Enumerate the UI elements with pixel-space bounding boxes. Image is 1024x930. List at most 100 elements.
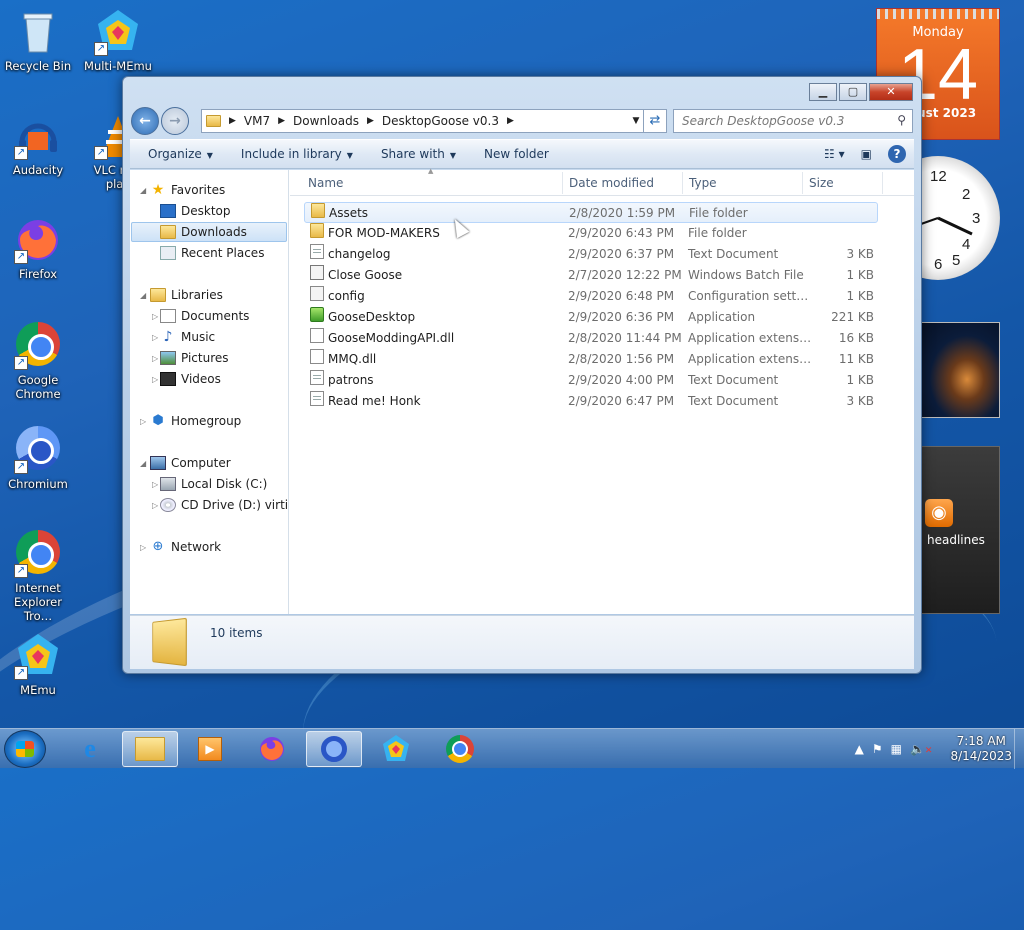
file-row[interactable]: patrons 2/9/2020 4:00 PM Text Document 1…	[304, 370, 878, 391]
refresh-button[interactable]: ⇄	[643, 109, 667, 133]
column-header-name[interactable]: Name	[308, 176, 343, 190]
taskbar-internet-explorer[interactable]: e	[62, 731, 118, 767]
file-size: 1 KB	[846, 373, 874, 387]
preview-pane-icon[interactable]: ▣	[861, 147, 872, 161]
file-type: Application extens…	[688, 352, 812, 366]
text-document-icon	[310, 244, 324, 259]
nav-documents[interactable]: Documents	[160, 306, 249, 326]
desktop-icon-recycle-bin[interactable]: Recycle Bin	[0, 8, 76, 73]
taskbar-memu[interactable]	[368, 731, 424, 767]
nav-desktop[interactable]: Desktop	[160, 201, 231, 221]
desktop-icon-audacity[interactable]: ↗ Audacity	[0, 112, 76, 177]
column-header-date[interactable]: Date modified	[569, 176, 654, 190]
expand-arrow-icon[interactable]: ◢	[140, 186, 146, 195]
folder-icon	[206, 115, 221, 127]
expand-arrow-icon[interactable]: ▷	[152, 354, 158, 363]
column-header-type[interactable]: Type	[689, 176, 717, 190]
forward-button[interactable]: →	[161, 107, 189, 135]
close-button[interactable]: ✕	[869, 83, 913, 101]
organize-menu[interactable]: Organize ▼	[138, 147, 223, 161]
file-date: 2/8/2020 11:44 PM	[568, 331, 682, 345]
desktop-icon-chromium[interactable]: ↗ Chromium	[0, 424, 76, 491]
start-button[interactable]	[4, 730, 46, 768]
taskbar-firefox[interactable]	[244, 731, 300, 767]
file-row[interactable]: Assets 2/8/2020 1:59 PM File folder	[304, 202, 878, 223]
memu-icon: ↗	[14, 632, 62, 680]
share-with-menu[interactable]: Share with ▼	[371, 147, 466, 161]
nav-music[interactable]: ♪ Music	[160, 327, 216, 347]
file-row[interactable]: FOR MOD-MAKERS 2/9/2020 6:43 PM File fol…	[304, 223, 878, 244]
desktop-icon-multi-memu[interactable]: ↗ Multi-MEmu	[80, 8, 156, 73]
nav-label: Pictures	[181, 351, 229, 365]
address-bar[interactable]: ▶ VM7 ▶ Downloads ▶ DesktopGoose v0.3 ▶ …	[201, 109, 645, 133]
expand-arrow-icon[interactable]: ▷	[152, 501, 158, 510]
network-icon[interactable]: ▦	[891, 742, 902, 756]
column-header-size[interactable]: Size	[809, 176, 834, 190]
taskbar-clock[interactable]: 7:18 AM 8/14/2023	[950, 734, 1012, 764]
search-icon[interactable]: ⚲	[897, 113, 906, 127]
desktop-icon-firefox[interactable]: ↗ Firefox	[0, 216, 76, 281]
taskbar-chrome[interactable]	[432, 731, 488, 767]
nav-computer[interactable]: Computer	[150, 453, 231, 473]
change-view-icon[interactable]: ☷ ▾	[824, 147, 845, 161]
expand-arrow-icon[interactable]: ◢	[140, 459, 146, 468]
search-input[interactable]: Search DesktopGoose v0.3 ⚲	[673, 109, 913, 133]
file-row[interactable]: MMQ.dll 2/8/2020 1:56 PM Application ext…	[304, 349, 878, 370]
maximize-button[interactable]: ▢	[839, 83, 867, 101]
pictures-icon	[160, 351, 176, 365]
include-in-library-menu[interactable]: Include in library ▼	[231, 147, 363, 161]
file-row[interactable]: Read me! Honk 2/9/2020 6:47 PM Text Docu…	[304, 391, 878, 412]
taskbar-chromium[interactable]	[306, 731, 362, 767]
nav-recent-places[interactable]: Recent Places	[160, 243, 264, 263]
feed-headlines-gadget[interactable]: ◉ headlines	[918, 446, 1000, 614]
nav-libraries[interactable]: Libraries	[150, 285, 223, 305]
file-row[interactable]: config 2/9/2020 6:48 PM Configuration se…	[304, 286, 878, 307]
nav-homegroup[interactable]: ⬢ Homegroup	[150, 411, 241, 431]
desktop-icon-google-chrome[interactable]: ↗ Google Chrome	[0, 320, 76, 401]
expand-arrow-icon[interactable]: ▷	[152, 333, 158, 342]
file-row[interactable]: Close Goose 2/7/2020 12:22 PM Windows Ba…	[304, 265, 878, 286]
file-date: 2/9/2020 4:00 PM	[568, 373, 675, 387]
nav-network[interactable]: ⊕ Network	[150, 537, 222, 557]
folder-icon	[310, 223, 324, 238]
desktop-icon-memu[interactable]: ↗ MEmu	[0, 632, 76, 697]
action-center-flag-icon[interactable]: ⚑	[872, 742, 883, 756]
nav-pictures[interactable]: Pictures	[160, 348, 229, 368]
expand-arrow-icon[interactable]: ▷	[152, 480, 158, 489]
breadcrumb-item[interactable]: DesktopGoose v0.3	[382, 114, 499, 128]
explorer-window[interactable]: ▁ ▢ ✕ ← → ▶ VM7 ▶ Downloads ▶ DesktopGoo…	[122, 76, 922, 674]
cd-drive-icon	[160, 498, 176, 512]
chrome-icon: ↗	[14, 322, 62, 370]
expand-arrow-icon[interactable]: ◢	[140, 291, 146, 300]
expand-arrow-icon[interactable]: ▷	[140, 543, 146, 552]
taskbar-windows-explorer[interactable]	[122, 731, 178, 767]
file-row[interactable]: GooseModdingAPI.dll 2/8/2020 11:44 PM Ap…	[304, 328, 878, 349]
show-desktop-button[interactable]	[1014, 729, 1024, 769]
slideshow-gadget[interactable]	[918, 322, 1000, 418]
libraries-icon	[150, 288, 166, 302]
volume-muted-icon[interactable]: 🔈✕	[910, 742, 933, 756]
file-row[interactable]: changelog 2/9/2020 6:37 PM Text Document…	[304, 244, 878, 265]
minimize-button[interactable]: ▁	[809, 83, 837, 101]
breadcrumb-item[interactable]: VM7	[244, 114, 270, 128]
new-folder-button[interactable]: New folder	[474, 147, 559, 161]
nav-videos[interactable]: Videos	[160, 369, 221, 389]
nav-downloads[interactable]: Downloads	[131, 222, 287, 242]
nav-cd-drive[interactable]: CD Drive (D:) virtio-v	[160, 495, 288, 515]
rss-icon: ◉	[925, 499, 953, 527]
back-button[interactable]: ←	[131, 107, 159, 135]
desktop-icon-internet-explorer[interactable]: ↗ Internet Explorer Tro…	[0, 528, 76, 623]
system-tray: ▲ ⚑ ▦ 🔈✕ 7:18 AM 8/14/2023	[851, 729, 1018, 769]
nav-favorites[interactable]: ★ Favorites	[150, 180, 226, 200]
file-row[interactable]: GooseDesktop 2/9/2020 6:36 PM Applicatio…	[304, 307, 878, 328]
breadcrumb-item[interactable]: Downloads	[293, 114, 359, 128]
taskbar-media-player[interactable]: ▶	[182, 731, 238, 767]
audacity-icon: ↗	[14, 112, 62, 160]
expand-arrow-icon[interactable]: ▷	[152, 375, 158, 384]
address-dropdown-icon[interactable]: ▼	[628, 116, 644, 126]
show-hidden-icons-icon[interactable]: ▲	[855, 742, 864, 756]
expand-arrow-icon[interactable]: ▷	[152, 312, 158, 321]
nav-local-disk[interactable]: Local Disk (C:)	[160, 474, 267, 494]
help-icon[interactable]: ?	[888, 145, 906, 163]
expand-arrow-icon[interactable]: ▷	[140, 417, 146, 426]
